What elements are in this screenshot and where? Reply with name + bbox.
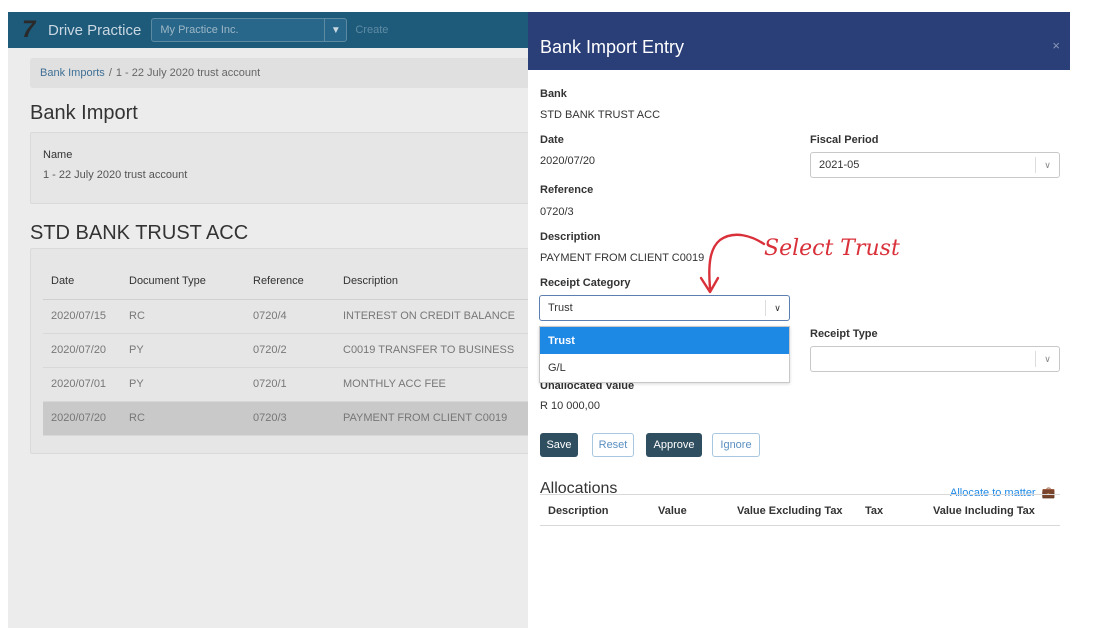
unallocated-value: R 10 000,00 — [540, 400, 600, 412]
drive-logo-icon[interactable]: 7 — [22, 16, 42, 44]
column-header-document-type[interactable]: Document Type — [129, 263, 253, 300]
cell-reference: 0720/1 — [253, 367, 343, 402]
close-icon[interactable]: × — [1052, 38, 1060, 53]
entries-table-card: Date Document Type Reference Description… — [30, 248, 563, 454]
breadcrumb: Bank Imports / 1 - 22 July 2020 trust ac… — [30, 58, 550, 88]
cell-document-type: PY — [129, 367, 253, 402]
receipt-category-label: Receipt Category — [540, 277, 631, 289]
chevron-down-icon: ∨ — [1035, 157, 1059, 173]
ignore-button[interactable]: Ignore — [712, 433, 760, 457]
description-label: Description — [540, 231, 601, 243]
name-value: 1 - 22 July 2020 trust account — [43, 169, 188, 181]
alloc-col-tax: Tax — [865, 505, 884, 517]
reference-value: 0720/3 — [540, 206, 574, 218]
date-label: Date — [540, 134, 564, 146]
date-value: 2020/07/20 — [540, 155, 596, 167]
reset-button[interactable]: Reset — [592, 433, 634, 457]
name-label: Name — [43, 149, 73, 161]
alloc-col-value-excl-tax: Value Excluding Tax — [737, 505, 843, 517]
cell-document-type: PY — [129, 333, 253, 368]
receipt-category-value: Trust — [548, 302, 573, 314]
cell-reference: 0720/2 — [253, 333, 343, 368]
description-value: PAYMENT FROM CLIENT C0019 — [540, 252, 705, 264]
breadcrumb-separator: / — [108, 67, 112, 79]
receipt-type-select[interactable]: ∨ — [810, 346, 1060, 372]
panel-title: Bank Import Entry — [540, 37, 685, 57]
alloc-col-value-incl-tax: Value Including Tax — [933, 505, 1035, 517]
table-header-row: Date Document Type Reference Description — [43, 263, 563, 300]
page-title: Bank Import — [30, 102, 138, 124]
cell-reference: 0720/3 — [253, 401, 343, 436]
table-row[interactable]: 2020/07/20 PY 0720/2 C0019 TRANSFER TO B… — [43, 333, 563, 368]
bank-import-entry-panel: Bank Import Entry × Bank STD BANK TRUST … — [528, 12, 1070, 640]
table-row-selected[interactable]: 2020/07/20 RC 0720/3 PAYMENT FROM CLIENT… — [43, 401, 563, 436]
fiscal-period-value: 2021-05 — [819, 159, 860, 171]
option-gl[interactable]: G/L — [540, 354, 789, 381]
table-row[interactable]: 2020/07/01 PY 0720/1 MONTHLY ACC FEE — [43, 367, 563, 402]
column-header-date[interactable]: Date — [43, 263, 129, 300]
chevron-down-icon: ∨ — [1035, 351, 1059, 367]
annotation-text: Select Trust — [764, 236, 900, 261]
bank-value: STD BANK TRUST ACC — [540, 109, 661, 121]
company-select-value: My Practice Inc. — [160, 24, 239, 36]
bank-heading: STD BANK TRUST ACC — [30, 222, 249, 244]
fiscal-period-label: Fiscal Period — [810, 134, 879, 146]
approve-button[interactable]: Approve — [646, 433, 702, 457]
breadcrumb-current: 1 - 22 July 2020 trust account — [115, 67, 261, 79]
alloc-col-value: Value — [658, 505, 687, 517]
cell-reference: 0720/4 — [253, 299, 343, 334]
receipt-category-dropdown: Trust G/L — [539, 326, 790, 383]
alloc-col-description: Description — [548, 505, 609, 517]
cell-date: 2020/07/01 — [43, 367, 129, 402]
bank-label: Bank — [540, 88, 567, 100]
cell-document-type: RC — [129, 299, 253, 334]
brand-name[interactable]: Drive Practice — [48, 22, 141, 39]
option-trust[interactable]: Trust — [540, 327, 789, 354]
cell-date: 2020/07/15 — [43, 299, 129, 334]
save-button[interactable]: Save — [540, 433, 578, 457]
cell-document-type: RC — [129, 401, 253, 436]
panel-header: Bank Import Entry × — [528, 12, 1070, 70]
breadcrumb-link-bank-imports[interactable]: Bank Imports — [40, 67, 105, 79]
chevron-down-icon: ∨ — [765, 300, 789, 316]
company-select[interactable]: My Practice Inc. ▼ — [151, 18, 348, 42]
cell-date: 2020/07/20 — [43, 401, 129, 436]
reference-label: Reference — [540, 184, 594, 196]
table-row[interactable]: 2020/07/15 RC 0720/4 INTEREST ON CREDIT … — [43, 299, 563, 334]
column-header-reference[interactable]: Reference — [253, 263, 343, 300]
annotation-arrow-icon — [699, 233, 766, 294]
name-card: Name 1 - 22 July 2020 trust account — [30, 132, 550, 204]
chevron-down-icon[interactable]: ▼ — [324, 19, 346, 41]
cell-date: 2020/07/20 — [43, 333, 129, 368]
fiscal-period-select[interactable]: 2021-05 ∨ — [810, 152, 1060, 178]
allocations-table-header: Description Value Value Excluding Tax Ta… — [540, 494, 1060, 526]
create-link[interactable]: Create — [355, 24, 388, 36]
receipt-type-label: Receipt Type — [810, 328, 878, 340]
entries-table: Date Document Type Reference Description… — [43, 263, 563, 436]
